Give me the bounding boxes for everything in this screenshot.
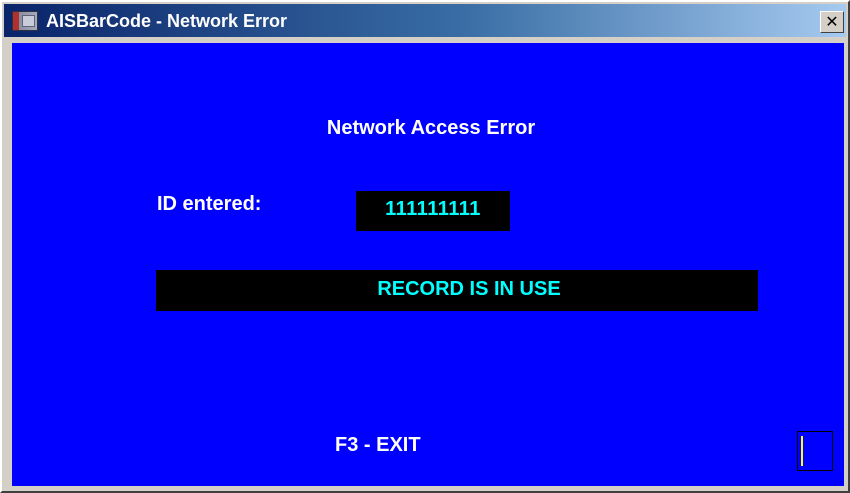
error-heading-text: Network Access Error: [326, 117, 536, 139]
app-icon[interactable]: [12, 11, 38, 31]
close-icon: ✕: [825, 12, 839, 31]
close-button[interactable]: ✕: [820, 11, 844, 33]
id-entered-value: 111111111: [356, 191, 510, 231]
id-entered-label: ID entered:: [157, 193, 262, 215]
status-message-bar: RECORD IS IN USE: [156, 270, 758, 311]
text-caret: [801, 436, 803, 466]
window-title: AISBarCode - Network Error: [46, 11, 288, 31]
error-heading: Network Access Error: [12, 115, 844, 141]
f3-exit-hint: F3 - EXIT: [335, 434, 421, 456]
error-panel: Network Access Error ID entered: 1111111…: [12, 43, 844, 486]
title-bar[interactable]: AISBarCode - Network Error ✕: [4, 4, 846, 37]
keystroke-input[interactable]: [797, 431, 833, 471]
app-window: AISBarCode - Network Error ✕ Network Acc…: [0, 0, 850, 493]
status-message: RECORD IS IN USE: [377, 278, 561, 300]
